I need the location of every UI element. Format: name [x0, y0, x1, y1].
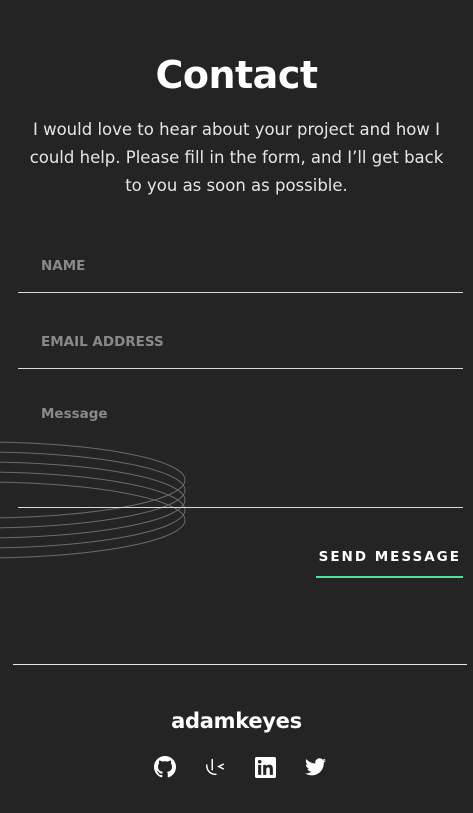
footer-logo: adamkeyes	[171, 709, 302, 733]
frontend-mentor-link[interactable]	[203, 755, 227, 779]
linkedin-icon	[255, 756, 277, 778]
name-field[interactable]	[18, 240, 463, 293]
github-icon	[154, 756, 176, 778]
email-field[interactable]	[18, 316, 463, 369]
footer-divider	[13, 664, 467, 665]
contact-page: Contact I would love to hear about your …	[0, 0, 473, 813]
twitter-icon	[305, 758, 327, 776]
twitter-link[interactable]	[304, 755, 328, 779]
send-message-button[interactable]: SEND MESSAGE	[316, 538, 463, 578]
linkedin-link[interactable]	[254, 755, 278, 779]
github-link[interactable]	[153, 755, 177, 779]
social-links	[153, 754, 328, 780]
contact-intro: I would love to hear about your project …	[29, 120, 444, 195]
page-title: Contact	[155, 53, 318, 97]
frontend-mentor-icon	[206, 758, 225, 776]
message-field[interactable]	[18, 404, 463, 508]
